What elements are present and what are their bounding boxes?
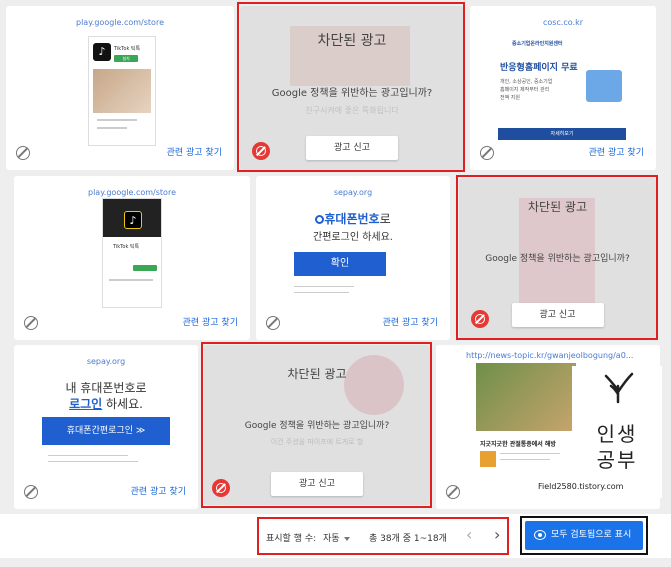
ad-source: cosc.co.kr: [542, 18, 584, 27]
report-ad-button[interactable]: 광고 신고: [306, 136, 398, 160]
install-label: 설치: [122, 56, 130, 61]
blocked-icon: [212, 479, 230, 497]
find-related-ads-link[interactable]: 관련 광고 찾기: [131, 484, 186, 497]
ad-line: 홈페이지 제작부터 관리: [500, 87, 550, 93]
blocked-title: 차단된 광고: [287, 367, 347, 381]
watermark-url: Field2580.tistory.com: [538, 482, 624, 491]
report-ad-button[interactable]: 광고 신고: [271, 472, 363, 496]
blocked-ad-card-1: 차단된 광고 Google 정책을 위반하는 광고입니까? 친구시켜에 좋은 특…: [240, 6, 464, 170]
ghost-text: 친구시켜에 좋은 특화됩니다: [305, 106, 399, 115]
blocked-title: 차단된 광고: [527, 200, 587, 214]
ad-creative-image: ♪ TikTok 틱톡: [102, 198, 162, 308]
ghost-text: 이건 주셨을 파이프에 트게로 할: [270, 438, 364, 446]
watermark-logo: 인생 공부 Field2580.tistory.com: [538, 366, 662, 498]
ad-card-tiktok-2[interactable]: play.google.com/store ♪ TikTok 틱톡 관련 광고 …: [14, 176, 250, 340]
find-related-ads-link[interactable]: 관련 광고 찾기: [383, 315, 438, 328]
ad-creative-image: ♪ TikTok 틱톡 설치: [88, 36, 156, 146]
highlight-box-dark: [520, 516, 648, 555]
blocked-ad-card-2: 차단된 광고 Google 정책을 위반하는 광고입니까? 광고 신고: [459, 178, 656, 338]
text-line: [48, 455, 128, 456]
ad-card-sepay-1[interactable]: sepay.org 휴대폰번호로 간편로그인 하세요. 확인 관련 광고 찾기: [256, 176, 450, 340]
block-icon[interactable]: [24, 316, 38, 330]
ad-caption: 지긋지긋한 관절통증에서 해방: [480, 441, 556, 448]
ad-line: 개인, 소상공인, 중소기업: [500, 79, 553, 85]
headline-bold: 휴대폰번호: [324, 212, 380, 226]
ad-creative-image: 중소기업온라인지원센터 반응형홈페이지 무료 개인, 소상공인, 중소기업 홈페…: [498, 34, 626, 142]
find-related-ads-link[interactable]: 관련 광고 찾기: [183, 315, 238, 328]
ad-card-tiktok-1[interactable]: play.google.com/store ♪ TikTok 틱톡 설치 관련 …: [6, 6, 234, 170]
text-line: [500, 453, 560, 454]
app-name: TikTok 틱톡: [114, 46, 141, 52]
report-ad-button[interactable]: 광고 신고: [511, 303, 604, 327]
block-icon[interactable]: [24, 485, 38, 499]
blocked-message: Google 정책을 위반하는 광고입니까?: [271, 88, 433, 99]
blocked-message: Google 정책을 위반하는 광고입니까?: [244, 421, 390, 431]
text-line: [109, 279, 153, 281]
block-icon[interactable]: [446, 485, 460, 499]
ad-subline: 간편로그인 하세요.: [313, 232, 393, 243]
ad-source: sepay.org: [86, 357, 126, 366]
install-button: 설치: [114, 55, 138, 62]
rows-per-page[interactable]: 표시할 행 수: 자동: [266, 531, 350, 544]
blocked-icon: [471, 310, 489, 328]
ad-line: 전액 지원: [500, 95, 520, 101]
block-icon[interactable]: [16, 146, 30, 160]
ad-card-sepay-2[interactable]: sepay.org 내 휴대폰번호로 로그인 하세요. 휴대폰간편로그인 ≫ 관…: [14, 345, 198, 509]
ad-card-cosc[interactable]: cosc.co.kr 중소기업온라인지원센터 반응형홈페이지 무료 개인, 소상…: [470, 6, 656, 170]
text-line: [500, 459, 550, 460]
ad-source: play.google.com/store: [76, 18, 164, 27]
watermark-line-1: 인생: [596, 422, 638, 446]
rows-label: 표시할 행 수:: [266, 534, 317, 544]
text-line: [97, 127, 127, 129]
text-line: [294, 292, 349, 293]
block-icon[interactable]: [480, 146, 494, 160]
confirm-button: 확인: [294, 252, 386, 276]
blocked-ad-card-3: 차단된 광고 Google 정책을 위반하는 광고입니까? 이건 주셨을 파이프…: [204, 345, 430, 505]
dropdown-arrow-icon[interactable]: [343, 536, 350, 541]
video-thumbnail: [93, 69, 151, 113]
leaf-icon: [604, 372, 634, 404]
illustration: [586, 70, 622, 102]
block-icon[interactable]: [266, 316, 280, 330]
ad-source: sepay.org: [333, 188, 373, 197]
blocked-icon: [252, 142, 270, 160]
install-bar: [133, 265, 157, 271]
text-line: [97, 119, 137, 121]
ad-line-1: 내 휴대폰번호로: [65, 381, 147, 395]
login-button: 휴대폰간편로그인 ≫: [42, 417, 170, 445]
text-line: [48, 461, 138, 462]
ad-line-2: 로그인 하세요.: [14, 395, 198, 412]
tiktok-logo-icon: ♪: [124, 211, 142, 229]
rows-select[interactable]: 자동: [323, 534, 340, 544]
pagination-range: 총 38개 중 1~18개: [369, 534, 447, 544]
ad-thumb: [480, 451, 496, 467]
login-word: 로그인: [69, 397, 103, 411]
ad-creative-image: [476, 363, 576, 431]
watermark-line-2: 공부: [596, 448, 638, 472]
ad-source: play.google.com/store: [88, 188, 176, 197]
ad-headline: 반응형홈페이지 무료: [500, 63, 578, 73]
ad-source: http://news-topic.kr/gwanjeolbogung/a0..…: [466, 351, 634, 360]
find-related-ads-link[interactable]: 관련 광고 찾기: [589, 145, 644, 158]
find-related-ads-link[interactable]: 관련 광고 찾기: [167, 145, 222, 158]
next-page-button[interactable]: ›: [494, 525, 500, 544]
cta-button: 자세히보기: [498, 128, 626, 140]
blocked-message: Google 정책을 위반하는 광고입니까?: [485, 254, 630, 264]
prev-page-button[interactable]: ‹: [466, 525, 472, 544]
blocked-title: 차단된 광고: [317, 33, 387, 49]
line2-tail: 하세요.: [102, 397, 143, 411]
text-line: [294, 286, 354, 287]
headline-tail: 로: [379, 212, 391, 226]
ad-headline: 휴대폰번호로: [256, 210, 450, 227]
brand-logo: 중소기업온라인지원센터: [512, 41, 563, 47]
tiktok-logo-icon: ♪: [93, 43, 111, 61]
app-name: TikTok 틱톡: [113, 244, 140, 250]
